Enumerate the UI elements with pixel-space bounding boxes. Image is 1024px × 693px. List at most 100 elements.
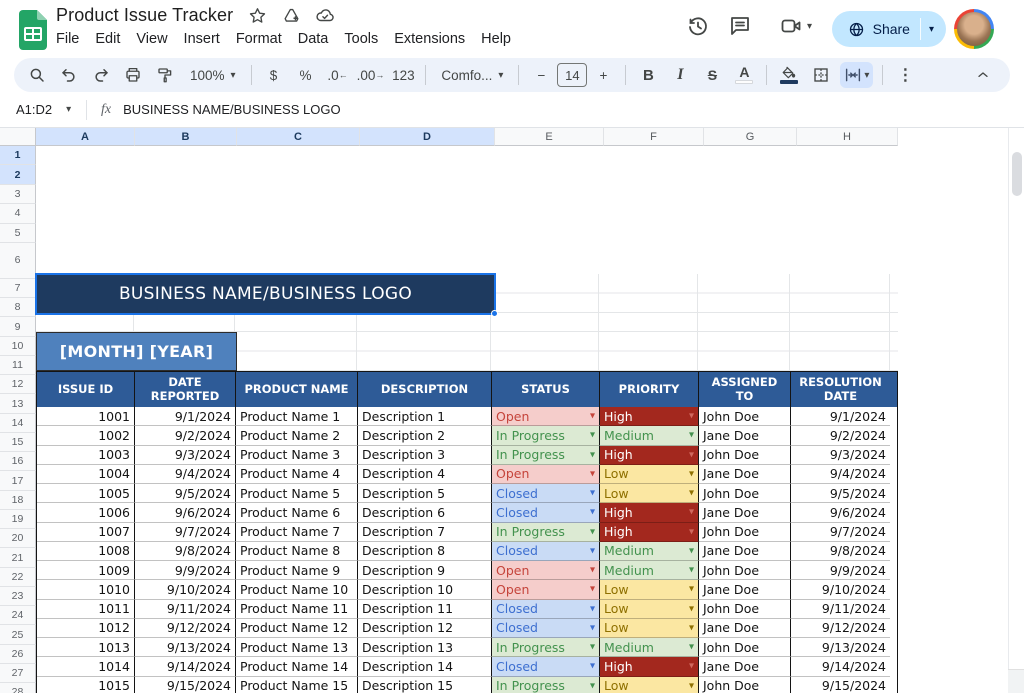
google-sheets-logo[interactable] [17,9,49,51]
dropdown-arrow-icon[interactable]: ▾ [590,661,595,672]
resolution-date-cell[interactable]: 9/14/2024 [791,657,890,677]
dropdown-arrow-icon[interactable]: ▾ [590,622,595,633]
dropdown-arrow-icon[interactable]: ▾ [689,661,694,672]
resolution-date-cell[interactable]: 9/12/2024 [791,619,890,638]
dropdown-arrow-icon[interactable]: ▾ [689,565,694,576]
dropdown-arrow-icon[interactable]: ▾ [689,545,694,556]
assigned-to-cell[interactable]: Jane Doe [699,580,791,600]
priority-cell[interactable]: Low ▾ [600,676,699,693]
strikethrough-button[interactable]: S [699,62,725,88]
row-header-26[interactable]: 26 [0,644,36,664]
assigned-to-cell[interactable]: Jane Doe [699,618,791,638]
product-name-cell[interactable]: Product Name 9 [236,561,358,581]
resolution-date-cell[interactable]: 9/10/2024 [791,580,890,600]
table-header-date-reported[interactable]: DATE REPORTED [135,372,236,407]
date-reported-cell[interactable]: 9/2/2024 [135,426,236,446]
row-header-6[interactable]: 6 [0,242,36,279]
status-cell[interactable]: Closed ▾ [492,484,600,504]
redo-icon[interactable] [88,62,114,88]
present-to-meet-button[interactable]: ▾ [779,14,812,38]
description-cell[interactable]: Description 14 [358,657,492,677]
row-header-3[interactable]: 3 [0,184,36,205]
assigned-to-cell[interactable]: John Doe [699,676,791,693]
dropdown-arrow-icon[interactable]: ▾ [689,680,694,691]
row-header-9[interactable]: 9 [0,317,36,337]
status-cell[interactable]: Closed ▾ [492,618,600,638]
row-header-24[interactable]: 24 [0,606,36,626]
date-reported-cell[interactable]: 9/12/2024 [135,618,236,638]
issue-id-cell[interactable]: 1006 [37,503,135,523]
issue-id-cell[interactable]: 1014 [37,657,135,677]
table-header-description[interactable]: DESCRIPTION [358,372,492,407]
resolution-date-cell[interactable]: 9/3/2024 [791,446,890,465]
issue-id-cell[interactable]: 1015 [37,676,135,693]
priority-cell[interactable]: High ▾ [600,503,699,523]
name-box-caret[interactable]: ▾ [66,104,71,115]
dropdown-arrow-icon[interactable]: ▾ [590,468,595,479]
row-header-28[interactable]: 28 [0,683,36,693]
priority-cell[interactable]: Medium ▾ [600,638,699,658]
row-header-21[interactable]: 21 [0,548,36,568]
status-cell[interactable]: Closed ▾ [492,599,600,619]
status-cell[interactable]: Open ▾ [492,464,600,484]
priority-cell[interactable]: High ▾ [600,445,699,465]
table-header-status[interactable]: STATUS [492,372,600,407]
description-cell[interactable]: Description 10 [358,580,492,600]
priority-cell[interactable]: Medium ▾ [600,541,699,561]
zoom-selector[interactable]: 100% ▾ [184,62,242,88]
description-cell[interactable]: Description 2 [358,426,492,446]
description-cell[interactable]: Description 7 [358,522,492,542]
date-reported-cell[interactable]: 9/10/2024 [135,580,236,600]
issue-id-cell[interactable]: 1007 [37,522,135,542]
product-name-cell[interactable]: Product Name 13 [236,638,358,658]
month-year-cell[interactable]: [MONTH] [YEAR] [36,332,237,371]
row-header-5[interactable]: 5 [0,223,36,243]
share-dropdown-caret[interactable]: ▾ [919,18,946,40]
row-header-13[interactable]: 13 [0,394,36,414]
name-box[interactable]: A1:D2 ▾ [0,102,78,117]
status-cell[interactable]: In Progress ▾ [492,638,600,658]
column-header-d[interactable]: D [360,128,495,146]
table-header-product-name[interactable]: PRODUCT NAME [236,372,358,407]
row-header-15[interactable]: 15 [0,432,36,453]
product-name-cell[interactable]: Product Name 11 [236,599,358,619]
column-header-a[interactable]: A [36,128,135,146]
row-header-7[interactable]: 7 [0,278,36,299]
resolution-date-cell[interactable]: 9/1/2024 [791,407,890,427]
merge-cells-button[interactable]: ▾ [840,62,874,88]
product-name-cell[interactable]: Product Name 7 [236,522,358,542]
row-header-17[interactable]: 17 [0,471,36,491]
row-header-16[interactable]: 16 [0,452,36,472]
issue-id-cell[interactable]: 1011 [37,599,135,619]
select-all-corner[interactable] [0,128,36,146]
star-icon[interactable] [247,6,267,26]
table-header-resolution-date[interactable]: RESOLUTION DATE [791,372,890,407]
dropdown-arrow-icon[interactable]: ▾ [689,642,694,653]
resolution-date-cell[interactable]: 9/2/2024 [791,426,890,446]
description-cell[interactable]: Description 13 [358,638,492,658]
menu-help[interactable]: Help [473,28,519,50]
resolution-date-cell[interactable]: 9/15/2024 [791,677,890,693]
product-name-cell[interactable]: Product Name 15 [236,676,358,693]
row-header-27[interactable]: 27 [0,663,36,684]
table-header-priority[interactable]: PRIORITY [600,372,699,407]
status-cell[interactable]: In Progress ▾ [492,426,600,446]
column-header-g[interactable]: G [704,128,797,146]
share-button[interactable]: Share ▾ [831,11,946,47]
description-cell[interactable]: Description 8 [358,541,492,561]
date-reported-cell[interactable]: 9/4/2024 [135,464,236,484]
column-header-e[interactable]: E [495,128,604,146]
status-cell[interactable]: Open ▾ [492,561,600,581]
undo-icon[interactable] [56,62,82,88]
row-header-4[interactable]: 4 [0,204,36,224]
dropdown-arrow-icon[interactable]: ▾ [689,526,694,537]
row-header-1[interactable]: 1 [0,146,36,166]
row-header-25[interactable]: 25 [0,625,36,645]
dropdown-arrow-icon[interactable]: ▾ [689,507,694,518]
description-cell[interactable]: Description 1 [358,407,492,427]
resolution-date-cell[interactable]: 9/4/2024 [791,465,890,484]
priority-cell[interactable]: High ▾ [600,407,699,427]
issue-id-cell[interactable]: 1003 [37,445,135,465]
priority-cell[interactable]: Low ▾ [600,464,699,484]
search-icon[interactable] [24,62,50,88]
